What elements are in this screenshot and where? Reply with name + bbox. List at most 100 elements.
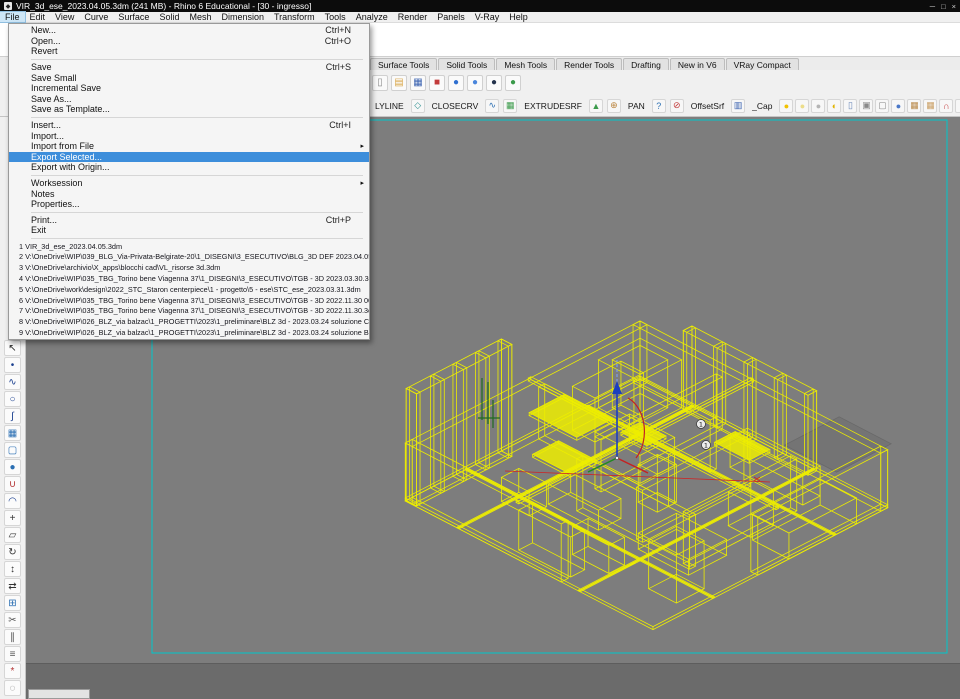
file-menu-item[interactable]: Worksession▸: [9, 178, 369, 189]
menu-surface[interactable]: Surface: [113, 12, 154, 22]
circle-icon[interactable]: ○: [4, 391, 21, 407]
unlock-icon[interactable]: ▢: [875, 99, 889, 113]
menu-dimension[interactable]: Dimension: [216, 12, 269, 22]
file-menu-item[interactable]: Open...Ctrl+O: [9, 36, 369, 47]
tab-drafting[interactable]: Drafting: [623, 58, 669, 70]
pan-hand-icon[interactable]: ⊕: [607, 99, 621, 113]
file-menu-item[interactable]: SaveCtrl+S: [9, 62, 369, 73]
dark-sphere-icon[interactable]: ●: [486, 75, 502, 91]
file-menu-item[interactable]: Print...Ctrl+P: [9, 215, 369, 226]
maximize-button[interactable]: □: [941, 2, 946, 11]
recent-file-item[interactable]: 1 VIR_3d_ese_2023.04.05.3dm: [9, 241, 369, 252]
bulb-dim-icon[interactable]: ●: [795, 99, 809, 113]
boolean-union-icon[interactable]: ∪: [4, 476, 21, 492]
select-arrow-icon[interactable]: ↖: [4, 340, 21, 356]
split-icon[interactable]: ∥: [4, 629, 21, 645]
menu-tools[interactable]: Tools: [320, 12, 351, 22]
file-menu-item[interactable]: Save Small: [9, 72, 369, 83]
lock-icon[interactable]: ▣: [859, 99, 873, 113]
fillet-icon[interactable]: ◠: [4, 493, 21, 509]
gizmo-x-axis[interactable]: [617, 458, 648, 473]
recent-file-item[interactable]: 9 V:\OneDrive\WIP\026_BLZ_via balzac\1_P…: [9, 327, 369, 338]
grid-icon[interactable]: #: [955, 99, 960, 113]
mirror-icon[interactable]: ⇄: [4, 578, 21, 594]
sphere-icon[interactable]: ●: [4, 459, 21, 475]
recent-file-item[interactable]: 6 V:\OneDrive\WIP\035_TBG_Torino bene Vi…: [9, 295, 369, 306]
extrudesrf-command[interactable]: EXTRUDESRF: [521, 100, 585, 112]
no-entry-icon[interactable]: ⊘: [670, 99, 684, 113]
copy-icon[interactable]: ▱: [4, 527, 21, 543]
file-menu-item[interactable]: Properties...: [9, 199, 369, 210]
menu-analyze[interactable]: Analyze: [351, 12, 393, 22]
question-icon[interactable]: ?: [652, 99, 666, 113]
menu-help[interactable]: Help: [504, 12, 533, 22]
tab-render-tools[interactable]: Render Tools: [556, 58, 622, 70]
magnet-icon[interactable]: ∩: [939, 99, 953, 113]
menu-transform[interactable]: Transform: [269, 12, 320, 22]
bulb-on-icon[interactable]: ●: [779, 99, 793, 113]
file-menu-item[interactable]: Save as Template...: [9, 104, 369, 115]
file-menu-item[interactable]: Revert: [9, 46, 369, 57]
tab-surface-tools[interactable]: Surface Tools: [370, 58, 437, 70]
file-menu-item[interactable]: New...Ctrl+N: [9, 25, 369, 36]
menu-panels[interactable]: Panels: [432, 12, 470, 22]
move-icon[interactable]: +: [4, 510, 21, 526]
file-menu-item[interactable]: Notes: [9, 188, 369, 199]
menu-solid[interactable]: Solid: [154, 12, 184, 22]
earth2-icon[interactable]: ●: [467, 75, 483, 91]
recent-file-item[interactable]: 5 V:\OneDrive\work\design\2022_STC_Staro…: [9, 284, 369, 295]
file-menu-item[interactable]: Import from File▸: [9, 141, 369, 152]
recent-file-item[interactable]: 2 V:\OneDrive\WIP\039_BLG_Via-Privata-Be…: [9, 251, 369, 262]
crate2-icon[interactable]: ▦: [923, 99, 937, 113]
minimize-button[interactable]: ─: [930, 2, 935, 11]
file-menu-item[interactable]: Exit: [9, 225, 369, 236]
recent-file-item[interactable]: 7 V:\OneDrive\WIP\035_TBG_Torino bene Vi…: [9, 305, 369, 316]
polyline-icon[interactable]: ∿: [4, 374, 21, 390]
viewport-tab[interactable]: [28, 689, 90, 699]
recent-file-item[interactable]: 4 V:\OneDrive\WIP\035_TBG_Torino bene Vi…: [9, 273, 369, 284]
menu-curve[interactable]: Curve: [79, 12, 113, 22]
trim-icon[interactable]: ✂: [4, 612, 21, 628]
recent-file-item[interactable]: 8 V:\OneDrive\WIP\026_BLZ_via balzac\1_P…: [9, 316, 369, 327]
gizmo-origin[interactable]: [615, 456, 618, 459]
menu-mesh[interactable]: Mesh: [184, 12, 216, 22]
open-file-icon[interactable]: ▤: [391, 75, 407, 91]
join-icon[interactable]: ≡: [4, 646, 21, 662]
crate-icon[interactable]: ▦: [907, 99, 921, 113]
new-file-icon[interactable]: ▯: [372, 75, 388, 91]
file-menu-item[interactable]: Export with Origin...: [9, 162, 369, 173]
point-icon[interactable]: •: [4, 357, 21, 373]
diamond-icon[interactable]: ◇: [411, 99, 425, 113]
bulbs-pair-icon[interactable]: ◐: [827, 99, 841, 113]
earth-icon[interactable]: ●: [448, 75, 464, 91]
cap-command[interactable]: _Cap: [749, 100, 775, 112]
surface-icon[interactable]: ▦: [4, 425, 21, 441]
bulb-off-icon[interactable]: ●: [811, 99, 825, 113]
surface-icon[interactable]: ▦: [503, 99, 517, 113]
offsetsrf-command[interactable]: OffsetSrf: [688, 100, 727, 112]
file-menu-item[interactable]: Incremental Save: [9, 83, 369, 94]
file-menu-item[interactable]: Insert...Ctrl+I: [9, 120, 369, 131]
polyline-command[interactable]: LYLINE: [372, 100, 407, 112]
curve-icon[interactable]: ∿: [485, 99, 499, 113]
menu-render[interactable]: Render: [393, 12, 433, 22]
bulb-blue-icon[interactable]: ●: [891, 99, 905, 113]
scale-icon[interactable]: ↕: [4, 561, 21, 577]
red-cube-icon[interactable]: ■: [429, 75, 445, 91]
tab-solid-tools[interactable]: Solid Tools: [438, 58, 495, 70]
file-menu-item[interactable]: Export Selected...: [9, 152, 369, 163]
box-icon[interactable]: ▢: [4, 442, 21, 458]
closecrv-command[interactable]: CLOSECRV: [429, 100, 482, 112]
tab-mesh-tools[interactable]: Mesh Tools: [496, 58, 555, 70]
array-icon[interactable]: ⊞: [4, 595, 21, 611]
hide-icon[interactable]: ◌: [4, 680, 21, 696]
rotate-icon[interactable]: ↻: [4, 544, 21, 560]
menu-view[interactable]: View: [50, 12, 79, 22]
menu-edit[interactable]: Edit: [25, 12, 51, 22]
doc-icon[interactable]: ▯: [843, 99, 857, 113]
menu-vray[interactable]: V-Ray: [470, 12, 505, 22]
curve-icon[interactable]: ∫: [4, 408, 21, 424]
green-sphere-icon[interactable]: ●: [505, 75, 521, 91]
pan-command[interactable]: PAN: [625, 100, 648, 112]
close-button[interactable]: ×: [952, 2, 956, 11]
